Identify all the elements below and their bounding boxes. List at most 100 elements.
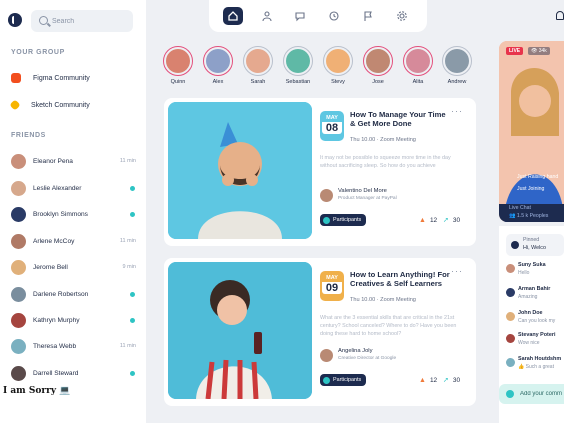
post-meta: Thu 10.00 · Zoom Meeting <box>350 137 416 143</box>
avatar <box>506 264 515 273</box>
nav-people[interactable] <box>257 7 277 25</box>
story-item[interactable]: Alex <box>202 46 234 85</box>
story-name: Quinn <box>170 79 186 85</box>
date-badge: MAY 08 <box>320 111 344 141</box>
live-stream-card[interactable]: LIVE 👁 34k Just Raising hand Just Joinin… <box>499 41 564 222</box>
friend-item[interactable]: Eleanor Pena 11 min <box>11 152 136 170</box>
pinned-message[interactable]: Pinned Hi, Welco <box>506 234 564 256</box>
story-name: Stevy <box>331 79 345 85</box>
app-logo[interactable] <box>8 13 22 27</box>
online-indicator <box>130 370 135 376</box>
post-image-frame[interactable] <box>168 262 312 399</box>
like-stat[interactable]: ▲ 12 <box>419 375 437 385</box>
search-input[interactable] <box>52 13 128 29</box>
home-icon <box>228 11 238 21</box>
like-stat[interactable]: ▲ 12 <box>419 215 437 225</box>
avatar <box>326 49 350 73</box>
story-item[interactable]: Andrew <box>441 46 473 85</box>
avatar <box>166 49 190 73</box>
author-role: Creative Director at Google <box>338 356 397 361</box>
nav-flag[interactable] <box>358 7 378 25</box>
comment-author: John Doe <box>518 310 543 316</box>
group-item-sketch[interactable]: Sketch Community <box>9 97 90 113</box>
avatar <box>286 49 310 73</box>
participants-button[interactable]: Participants <box>320 374 367 386</box>
share-stat[interactable]: ➚ 30 <box>443 375 460 385</box>
avatar <box>11 338 26 354</box>
avatar <box>11 365 26 381</box>
friend-name: Brooklyn Simmons <box>33 210 88 218</box>
post-author[interactable]: Valentino Del More Product Manager at Pay… <box>320 187 397 203</box>
story-item[interactable]: Sarah <box>242 46 274 85</box>
post-image-frame[interactable] <box>168 102 312 239</box>
group-item-figma[interactable]: Figma Community <box>11 70 90 86</box>
live-chat-message: Just Joining <box>517 186 545 192</box>
bell-icon[interactable] <box>556 11 564 20</box>
date-month: MAY <box>326 115 338 121</box>
story-item[interactable]: Jose <box>362 46 394 85</box>
story-name: Andrew <box>447 79 467 85</box>
live-chat-bar: Live Chat 👥 1.5 k Peoples <box>499 204 564 222</box>
share-count: 30 <box>452 376 461 384</box>
comment-text: Wow nice <box>518 340 540 346</box>
date-badge: MAY 09 <box>320 271 344 301</box>
emoji-icon[interactable] <box>506 390 514 398</box>
story-name: Alita <box>412 79 424 85</box>
chat-comment[interactable]: Arman Bahir Amazing <box>506 286 564 306</box>
post-title[interactable]: How to Learn Anything! For Creatives & S… <box>350 270 450 288</box>
pinned-text: Hi, Welco <box>523 245 546 251</box>
participants-label: Participants <box>333 377 362 383</box>
story-item[interactable]: Sebastian <box>282 46 314 85</box>
chat-comment[interactable]: Stevany Poteri Wow nice <box>506 332 564 352</box>
friend-item[interactable]: Arlene McCoy 11 min <box>11 232 136 250</box>
post-title[interactable]: How To Manage Your Time & Get More Done <box>350 110 450 128</box>
comment-input[interactable] <box>520 387 564 401</box>
nav-clock[interactable] <box>324 7 344 25</box>
comment-author: Sarah Houtdshm <box>518 356 562 362</box>
friend-item[interactable]: Leslie Alexander <box>11 179 136 197</box>
chat-comment[interactable]: Sarah Houtdshm 👍 Such a great <box>506 356 564 376</box>
avatar <box>506 288 515 297</box>
nav-home[interactable] <box>223 7 243 25</box>
avatar <box>206 49 230 73</box>
post-card[interactable]: MAY 08 How To Manage Your Time & Get More … <box>164 98 476 246</box>
live-chat-label: Live Chat <box>509 205 531 211</box>
chat-comment[interactable]: Suny Suka Hello <box>506 262 564 282</box>
more-options-icon[interactable]: ··· <box>451 106 463 116</box>
online-indicator <box>130 317 135 323</box>
more-options-icon[interactable]: ··· <box>451 266 463 276</box>
comment-author: Arman Bahir <box>518 286 551 292</box>
nav-chat[interactable] <box>290 7 310 25</box>
comment-box[interactable] <box>499 384 564 404</box>
story-item[interactable]: Quinn <box>162 46 194 85</box>
friend-item[interactable]: Theresa Webb 11 min <box>11 337 136 355</box>
post-author[interactable]: Angelina Joly Creative Director at Google <box>320 347 396 363</box>
avatar <box>320 348 333 362</box>
story-name: Sarah <box>250 79 266 85</box>
story-item[interactable]: Stevy <box>322 46 354 85</box>
post-card[interactable]: MAY 09 How to Learn Anything! For Creative… <box>164 258 476 406</box>
story-ring <box>323 46 353 76</box>
friend-item[interactable]: Darlene Robertson <box>11 285 136 303</box>
friend-name: Arlene McCoy <box>33 237 75 245</box>
friend-item[interactable]: Brooklyn Simmons <box>11 205 136 223</box>
friend-item[interactable]: Kathryn Murphy <box>11 311 136 329</box>
avatar <box>11 180 26 196</box>
chat-comment[interactable]: John Doe Can you look my <box>506 310 564 330</box>
group-label: Figma Community <box>33 74 90 82</box>
search-box[interactable] <box>31 10 133 32</box>
share-stat[interactable]: ➚ 30 <box>443 215 460 225</box>
share-icon: ➚ <box>443 217 449 224</box>
comment-author: Suny Suka <box>518 262 546 268</box>
search-icon <box>39 16 48 25</box>
friend-item[interactable]: Darrell Steward <box>11 364 136 382</box>
nav-settings[interactable] <box>392 7 412 25</box>
clock-icon <box>329 11 339 21</box>
section-title-friends: FRIENDS <box>11 132 46 139</box>
friend-item[interactable]: Jerome Bell 9 min <box>11 258 136 276</box>
online-indicator <box>130 185 135 191</box>
story-item[interactable]: Alita <box>402 46 434 85</box>
avatar <box>11 259 26 275</box>
participants-button[interactable]: Participants <box>320 214 367 226</box>
author-name: Valentino Del More <box>338 188 387 194</box>
